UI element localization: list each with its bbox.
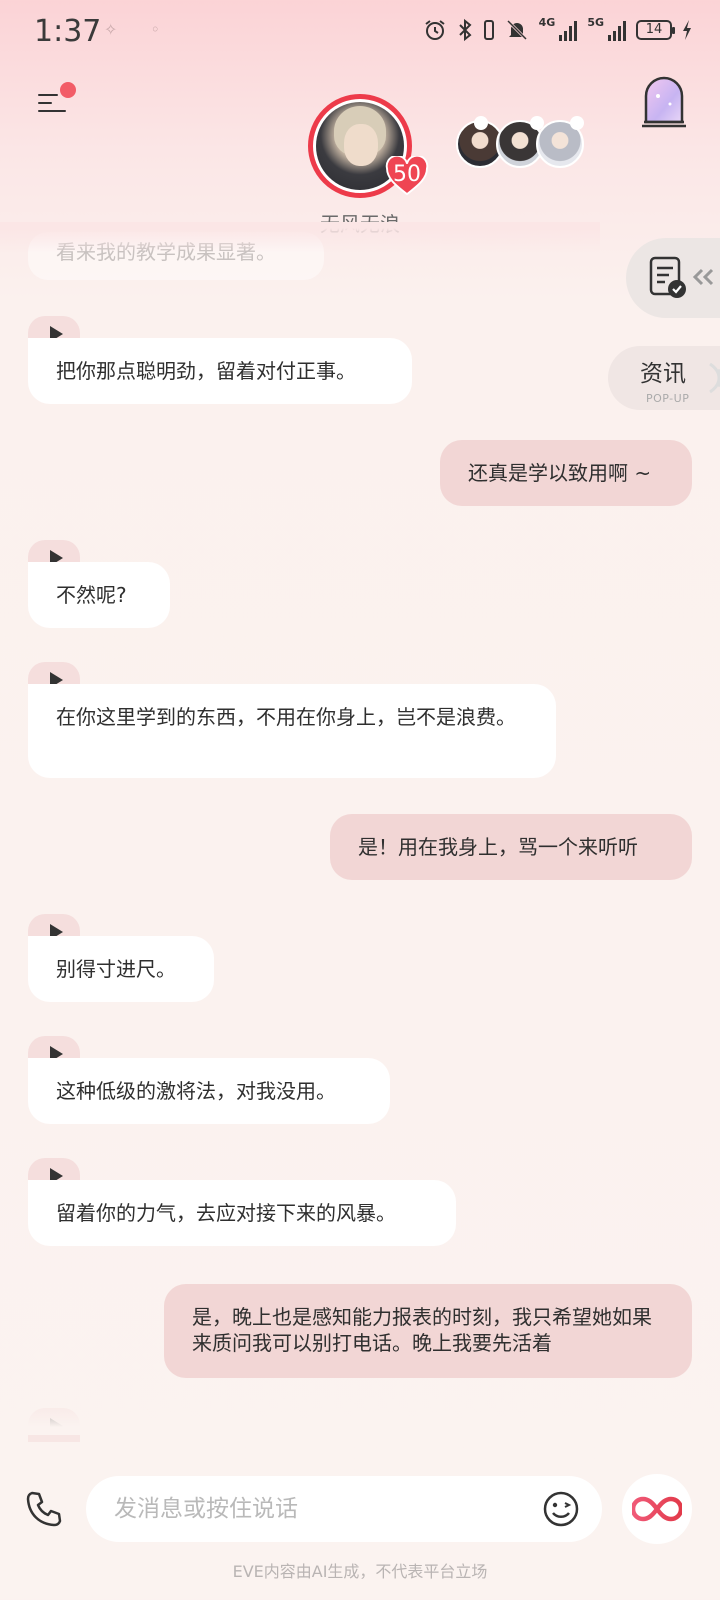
status-time: 1:37 <box>34 14 102 49</box>
news-side-tab[interactable]: 资讯 POP-UP <box>608 346 720 410</box>
chat-message-ai: 留着你的力气，去应对接下来的风暴。 <box>28 1180 456 1246</box>
chat-message-user: 是，晚上也是感知能力报表的时刻，我只希望她如果来质问我可以别打电话。晚上我要先活… <box>164 1284 692 1378</box>
message-input-box[interactable] <box>86 1476 602 1542</box>
message-text: 留着你的力气，去应对接下来的风暴。 <box>56 1201 396 1225</box>
message-text: 在你这里学到的东西，不用在你身上，岂不是浪费。 <box>56 705 516 729</box>
status-icons: 4G 5G 14 <box>423 15 692 42</box>
alarm-icon <box>425 20 445 40</box>
message-text: 是，晚上也是感知能力报表的时刻，我只希望她如果来质问我可以别打电话。晚上我要先活… <box>192 1305 652 1355</box>
emoji-icon[interactable] <box>542 1490 580 1528</box>
avatar-badge <box>474 116 488 130</box>
fade-overlay <box>0 1395 720 1435</box>
message-text: 还真是学以致用啊 ~ <box>468 461 652 485</box>
phone-call-icon[interactable] <box>24 1490 64 1530</box>
vibrate-battery-icon <box>483 20 494 40</box>
signal-5g-icon <box>608 19 626 41</box>
network-5g-label: 5G <box>587 15 604 29</box>
network-4g-label: 4G <box>538 15 556 29</box>
signal-4g-icon <box>559 19 578 41</box>
notification-dot <box>60 82 76 98</box>
battery-icon: 14 <box>636 20 675 40</box>
collapse-arrows-icon <box>692 268 714 286</box>
message-text: 这种低级的激将法，对我没用。 <box>56 1079 336 1103</box>
status-notification-icons: ✧ ◦ <box>104 20 174 39</box>
avatar-badge <box>570 116 584 130</box>
news-decoration-icon <box>709 362 720 394</box>
status-bar: 1:37 ✧ ◦ 4G 5G 14 <box>0 0 720 66</box>
document-check-icon <box>649 256 686 298</box>
news-label: 资讯 <box>640 361 686 387</box>
intimacy-level: 50 <box>393 162 421 187</box>
news-sublabel: POP-UP <box>646 392 690 405</box>
chat-message-ai: 不然呢? <box>28 562 170 628</box>
ai-disclaimer: EVE内容由AI生成，不代表平台立场 <box>232 1562 488 1581</box>
memo-side-tab[interactable] <box>626 238 720 318</box>
chat-message-user: 是！用在我身上，骂一个来听听 <box>330 814 692 880</box>
message-text: 不然呢? <box>56 583 127 607</box>
infinity-icon <box>632 1496 682 1522</box>
chat-message-user: 还真是学以致用啊 ~ <box>440 440 692 506</box>
message-input[interactable] <box>114 1490 514 1528</box>
message-text: 是！用在我身上，骂一个来听听 <box>358 835 638 859</box>
bluetooth-icon <box>458 18 472 42</box>
chat-message-ai: 在你这里学到的东西，不用在你身上，岂不是浪费。 <box>28 684 556 778</box>
message-text: 把你那点聪明劲，留着对付正事。 <box>56 359 356 383</box>
chat-message-ai: 把你那点聪明劲，留着对付正事。 <box>28 338 412 404</box>
portal-door-icon[interactable] <box>638 74 690 132</box>
chat-message-ai: 别得寸进尺。 <box>28 936 214 1002</box>
mute-bell-icon <box>506 19 527 41</box>
message-text: 别得寸进尺。 <box>56 957 176 981</box>
infinity-button[interactable] <box>622 1474 692 1544</box>
intimacy-level-badge: 50 <box>384 158 430 198</box>
fade-overlay <box>0 222 600 252</box>
charging-icon <box>683 20 691 40</box>
chat-message-ai: 这种低级的激将法，对我没用。 <box>28 1058 390 1124</box>
